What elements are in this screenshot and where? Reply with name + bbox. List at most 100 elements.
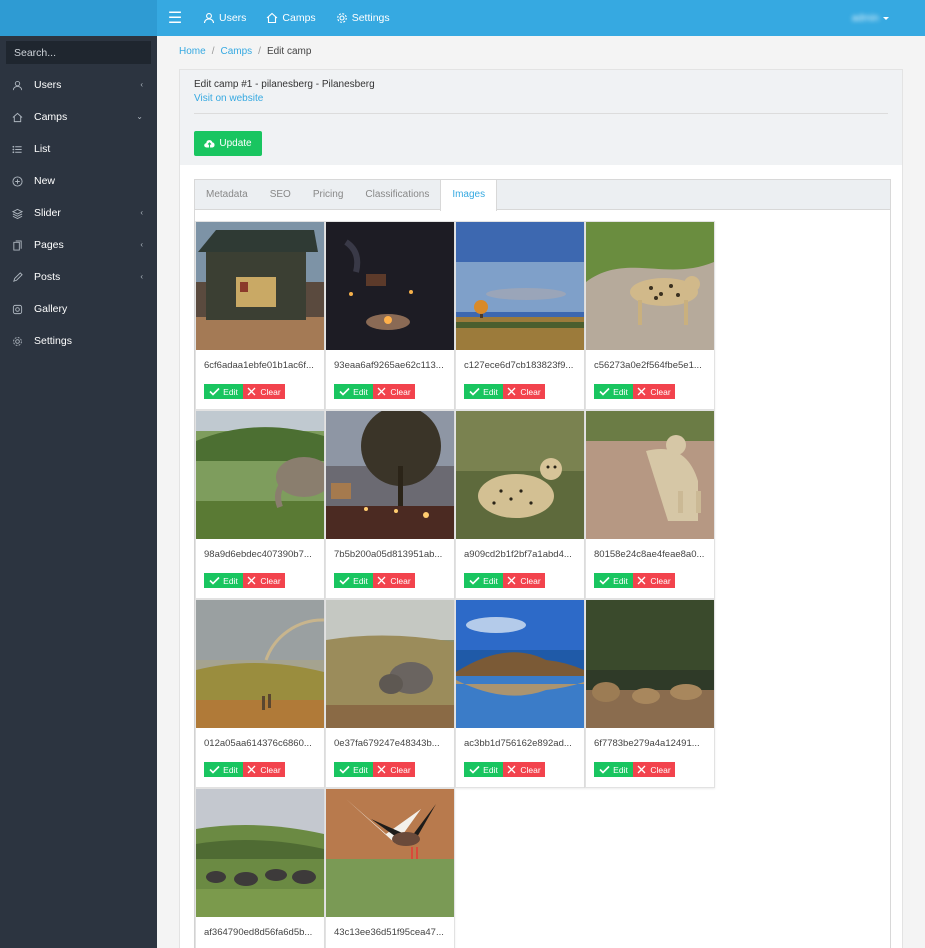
clear-image-button[interactable]: Clear	[633, 384, 675, 399]
tab-images[interactable]: Images	[440, 180, 498, 211]
image-thumbnail[interactable]	[196, 600, 324, 728]
divider	[194, 113, 888, 114]
sidebar-item-label: New	[34, 175, 56, 187]
tab-pricing[interactable]: Pricing	[302, 180, 355, 209]
check-icon	[469, 765, 480, 774]
edit-image-button[interactable]: Edit	[464, 573, 503, 588]
image-thumbnail[interactable]	[586, 600, 714, 728]
sidebar-item-list[interactable]: List	[0, 133, 157, 165]
close-icon	[637, 387, 646, 396]
user-menu[interactable]: admin	[852, 0, 889, 36]
image-filename: a909cd2b1f2bf7a1abd4...	[464, 549, 572, 560]
edit-image-button[interactable]: Edit	[204, 384, 243, 399]
update-button[interactable]: Update	[194, 131, 262, 156]
image-thumbnail[interactable]	[456, 411, 584, 539]
image-filename: c56273a0e2f564fbe5e1...	[594, 360, 702, 371]
image-thumbnail[interactable]	[456, 600, 584, 728]
image-thumbnail[interactable]	[456, 222, 584, 350]
image-tile: 93eaa6af9265ae62c113... Edit Clear	[325, 221, 455, 410]
sidebar-item-camps[interactable]: Camps ⌄	[0, 101, 157, 133]
clear-image-button[interactable]: Clear	[633, 762, 675, 777]
clear-image-button[interactable]: Clear	[503, 762, 545, 777]
sidebar-item-new[interactable]: New	[0, 165, 157, 197]
sidebar-item-users[interactable]: Users ‹	[0, 69, 157, 101]
edit-label: Edit	[223, 386, 238, 397]
sidebar-item-slider[interactable]: Slider ‹	[0, 197, 157, 229]
visit-website-link[interactable]: Visit on website	[194, 93, 888, 104]
topnav-users[interactable]: Users	[203, 12, 246, 24]
image-actions: Edit Clear	[326, 573, 454, 588]
edit-image-button[interactable]: Edit	[594, 762, 633, 777]
clear-image-button[interactable]: Clear	[243, 573, 285, 588]
image-thumbnail[interactable]	[196, 789, 324, 917]
sidebar-item-label: Camps	[34, 111, 68, 123]
image-thumbnail[interactable]	[326, 411, 454, 539]
edit-image-button[interactable]: Edit	[464, 384, 503, 399]
edit-label: Edit	[613, 386, 628, 397]
image-tile: 0e37fa679247e48343b... Edit Clear	[325, 599, 455, 788]
close-icon	[507, 576, 516, 585]
close-icon	[377, 387, 386, 396]
image-thumbnail[interactable]	[326, 789, 454, 917]
image-thumbnail[interactable]	[326, 222, 454, 350]
clear-label: Clear	[650, 575, 671, 586]
image-tile: 012a05aa614376c6860... Edit Clear	[195, 599, 325, 788]
sidebar-item-posts[interactable]: Posts ‹	[0, 261, 157, 293]
clear-image-button[interactable]: Clear	[503, 573, 545, 588]
sidebar-item-gallery[interactable]: Gallery	[0, 293, 157, 325]
image-tile: 6cf6adaa1ebfe01b1ac6f... Edit Clear	[195, 221, 325, 410]
edit-image-button[interactable]: Edit	[594, 384, 633, 399]
breadcrumb-separator: /	[258, 46, 261, 57]
breadcrumb-home[interactable]: Home	[179, 46, 206, 57]
topnav-camps[interactable]: Camps	[266, 12, 316, 24]
edit-image-button[interactable]: Edit	[334, 384, 373, 399]
clear-image-button[interactable]: Clear	[633, 573, 675, 588]
image-tile: ac3bb1d756162e892ad... Edit Clear	[455, 599, 585, 788]
image-filename: ac3bb1d756162e892ad...	[464, 738, 572, 749]
close-icon	[247, 387, 256, 396]
sidebar-item-settings[interactable]: Settings	[0, 325, 157, 357]
tab-metadata[interactable]: Metadata	[195, 180, 259, 209]
image-actions: Edit Clear	[586, 762, 714, 777]
cloud-upload-icon	[204, 140, 215, 148]
clear-image-button[interactable]: Clear	[243, 384, 285, 399]
edit-image-button[interactable]: Edit	[334, 573, 373, 588]
check-icon	[209, 576, 220, 585]
image-thumbnail[interactable]	[326, 600, 454, 728]
clear-image-button[interactable]: Clear	[243, 762, 285, 777]
image-actions: Edit Clear	[196, 384, 324, 399]
topnav-settings-label: Settings	[351, 12, 390, 24]
tab-seo[interactable]: SEO	[259, 180, 302, 209]
search-input[interactable]	[6, 41, 151, 64]
menu-toggle-icon[interactable]: ☰	[157, 8, 193, 28]
topnav-camps-label: Camps	[282, 12, 316, 24]
sidebar-item-label: Posts	[34, 271, 61, 283]
topnav-settings[interactable]: Settings	[336, 12, 390, 24]
check-icon	[469, 576, 480, 585]
image-thumbnail[interactable]	[196, 411, 324, 539]
breadcrumb-camps[interactable]: Camps	[220, 46, 252, 57]
close-icon	[637, 765, 646, 774]
edit-image-button[interactable]: Edit	[334, 762, 373, 777]
clear-image-button[interactable]: Clear	[373, 573, 415, 588]
image-actions: Edit Clear	[326, 762, 454, 777]
image-thumbnail[interactable]	[586, 222, 714, 350]
sidebar-item-pages[interactable]: Pages ‹	[0, 229, 157, 261]
edit-image-button[interactable]: Edit	[204, 762, 243, 777]
camera-icon	[0, 304, 34, 315]
edit-image-button[interactable]: Edit	[464, 762, 503, 777]
clear-image-button[interactable]: Clear	[373, 762, 415, 777]
tab-bar: Metadata SEO Pricing Classifications Images	[195, 180, 890, 211]
image-filename: 93eaa6af9265ae62c113...	[334, 360, 444, 371]
clear-label: Clear	[390, 386, 411, 397]
tab-classifications[interactable]: Classifications	[354, 180, 440, 209]
image-thumbnail[interactable]	[196, 222, 324, 350]
sidebar-item-label: Settings	[34, 335, 72, 347]
edit-image-button[interactable]: Edit	[204, 573, 243, 588]
image-filename: 0e37fa679247e48343b...	[334, 738, 440, 749]
clear-image-button[interactable]: Clear	[373, 384, 415, 399]
edit-image-button[interactable]: Edit	[594, 573, 633, 588]
close-icon	[247, 765, 256, 774]
image-thumbnail[interactable]	[586, 411, 714, 539]
clear-image-button[interactable]: Clear	[503, 384, 545, 399]
